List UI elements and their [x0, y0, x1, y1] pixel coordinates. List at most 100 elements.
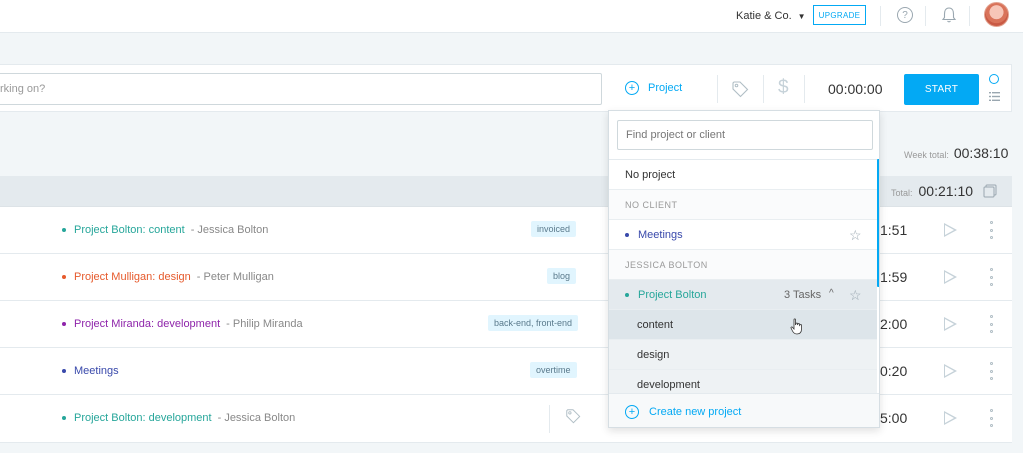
more-options-icon[interactable]: [989, 221, 994, 239]
upgrade-button[interactable]: UPGRADE: [813, 5, 866, 25]
divider: [717, 75, 718, 103]
entry-tag[interactable]: overtime: [530, 362, 577, 378]
tag-icon[interactable]: [731, 80, 749, 98]
project-name: Project Bolton: development: [74, 412, 212, 424]
plus-circle-icon: +: [625, 404, 639, 419]
group-header-jessica-bolton: JESSICA BOLTON: [609, 250, 877, 280]
client-name: - Jessica Bolton: [217, 412, 296, 424]
task-label: content: [637, 318, 674, 331]
play-icon[interactable]: [944, 223, 957, 237]
week-total-label: Week total:: [904, 150, 949, 160]
group-header-no-client: NO CLIENT: [609, 190, 877, 220]
entry-duration[interactable]: 1:59: [880, 269, 907, 285]
option-label: Project Bolton: [638, 288, 707, 301]
more-options-icon[interactable]: [989, 315, 994, 333]
no-project-option[interactable]: No project: [609, 160, 877, 190]
divider: [549, 405, 550, 433]
day-total-value: 00:21:10: [918, 183, 974, 199]
option-label: No project: [625, 168, 676, 181]
dropdown-scrollbar[interactable]: [877, 159, 879, 287]
entry-project[interactable]: Meetings: [62, 365, 119, 377]
client-name: - Philip Miranda: [226, 318, 303, 330]
project-option-bolton[interactable]: Project Bolton 3 Tasks ^ ☆: [609, 280, 877, 310]
workspace-name: Katie & Co.: [736, 10, 792, 22]
divider: [880, 6, 881, 26]
divider: [925, 6, 926, 26]
entry-tag[interactable]: blog: [547, 268, 577, 284]
divider: [804, 75, 805, 103]
hand-cursor-icon: [790, 318, 802, 335]
help-icon[interactable]: ?: [897, 7, 913, 23]
list-mode-icon[interactable]: [989, 92, 1000, 101]
divider: [763, 75, 764, 103]
entry-duration[interactable]: 5:00: [880, 410, 907, 426]
task-option-development[interactable]: development: [609, 370, 877, 393]
description-input[interactable]: rking on?: [0, 73, 602, 105]
find-project-input[interactable]: Find project or client: [617, 120, 873, 150]
timer-bar: rking on? + Project $ 00:00:00 START: [0, 64, 1012, 112]
day-total: Total: 00:21:10: [891, 183, 973, 199]
week-total: Week total: 00:38:10: [904, 145, 1008, 161]
client-name: - Peter Mulligan: [196, 271, 274, 283]
entry-duration[interactable]: 2:00: [880, 316, 907, 332]
more-options-icon[interactable]: [989, 409, 994, 427]
project-name: Project Mulligan: design: [74, 271, 191, 283]
project-name: Project Bolton: content: [74, 224, 185, 236]
project-dot: [62, 369, 66, 373]
more-options-icon[interactable]: [989, 268, 994, 286]
entry-project[interactable]: Project Bolton: development - Jessica Bo…: [62, 412, 295, 424]
start-button[interactable]: START: [904, 74, 979, 105]
plus-circle-icon: +: [625, 81, 639, 95]
create-new-project-button[interactable]: + Create new project: [609, 393, 879, 427]
project-name: Project Miranda: development: [74, 318, 221, 330]
project-dot: [625, 292, 629, 297]
play-icon[interactable]: [944, 411, 957, 425]
option-label: Meetings: [638, 228, 683, 241]
timer-duration[interactable]: 00:00:00: [828, 81, 883, 97]
play-icon[interactable]: [944, 317, 957, 331]
tag-icon[interactable]: [565, 408, 581, 424]
project-dot: [625, 232, 629, 237]
project-dot: [62, 228, 66, 232]
project-button[interactable]: + Project: [625, 81, 682, 95]
task-option-content[interactable]: content: [609, 310, 877, 340]
billable-dollar-icon[interactable]: $: [778, 77, 789, 99]
tasks-count[interactable]: 3 Tasks: [784, 289, 821, 301]
top-bar: Katie & Co. ▼ UPGRADE ?: [0, 0, 1023, 33]
entry-tag[interactable]: invoiced: [531, 221, 577, 237]
entry-project[interactable]: Project Miranda: development - Philip Mi…: [62, 318, 303, 330]
task-option-design[interactable]: design: [609, 340, 877, 370]
entry-project[interactable]: Project Mulligan: design - Peter Mulliga…: [62, 271, 274, 283]
divider: [969, 6, 970, 26]
bulk-edit-icon[interactable]: [983, 184, 997, 198]
entry-duration[interactable]: 1:51: [880, 222, 907, 238]
week-total-value: 00:38:10: [953, 145, 1009, 161]
star-icon[interactable]: ☆: [849, 227, 862, 244]
project-name: Meetings: [74, 365, 119, 377]
project-dot: [62, 275, 66, 279]
project-dot: [62, 416, 66, 420]
project-list[interactable]: No project NO CLIENT Meetings ☆ JESSICA …: [609, 159, 879, 393]
play-icon[interactable]: [944, 364, 957, 378]
play-icon[interactable]: [944, 270, 957, 284]
clock-mode-icon[interactable]: [989, 74, 999, 84]
project-dropdown: Find project or client No project NO CLI…: [608, 110, 880, 428]
create-label: Create new project: [649, 405, 742, 418]
task-label: development: [637, 378, 700, 391]
entry-project[interactable]: Project Bolton: content - Jessica Bolton: [62, 224, 268, 236]
more-options-icon[interactable]: [989, 362, 994, 380]
client-name: - Jessica Bolton: [190, 224, 269, 236]
entry-duration[interactable]: 0:20: [880, 363, 907, 379]
task-label: design: [637, 348, 670, 361]
project-dot: [62, 322, 66, 326]
caret-down-icon: ▼: [797, 12, 806, 21]
star-icon[interactable]: ☆: [849, 287, 862, 304]
workspace-switcher[interactable]: Katie & Co. ▼: [736, 10, 806, 22]
project-option-meetings[interactable]: Meetings ☆: [609, 220, 877, 250]
chevron-up-icon[interactable]: ^: [829, 288, 834, 299]
bell-icon[interactable]: [940, 6, 958, 24]
entry-tag[interactable]: back-end, front-end: [488, 315, 579, 331]
avatar[interactable]: [984, 2, 1009, 27]
day-total-label: Total:: [891, 188, 913, 198]
project-button-label: Project: [648, 82, 683, 94]
